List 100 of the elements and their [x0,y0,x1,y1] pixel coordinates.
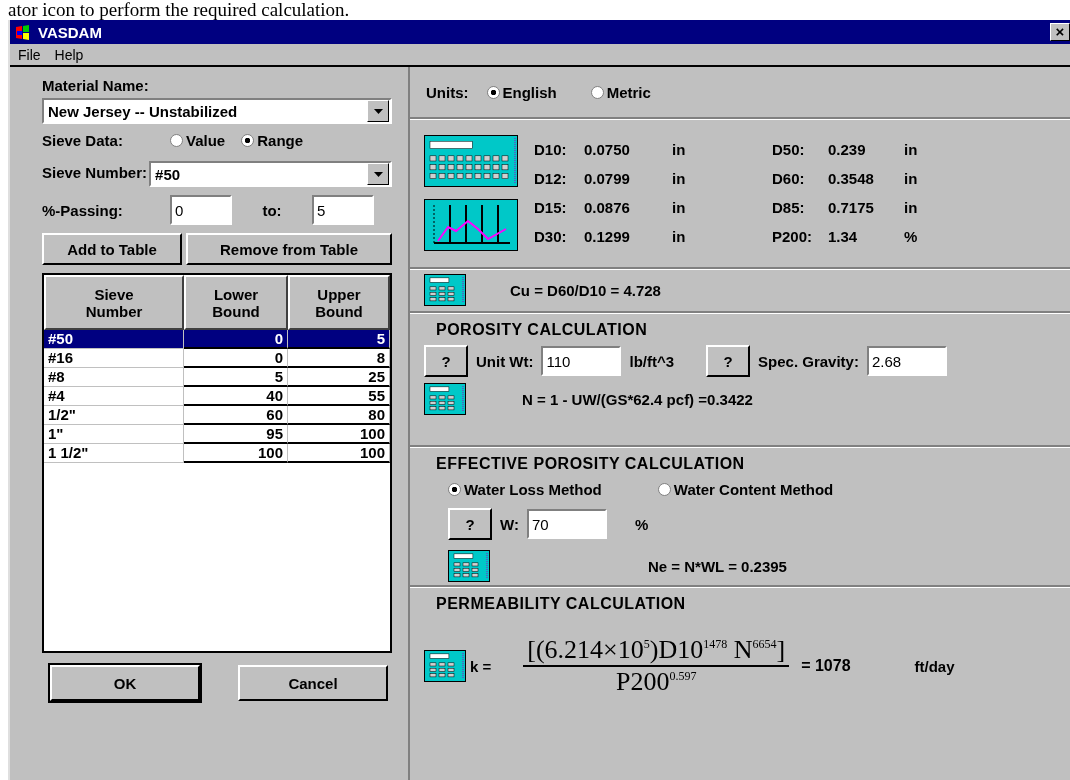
table-cell: #8 [44,368,184,387]
table-cell: 100 [288,425,390,444]
table-cell: 40 [184,387,288,406]
field-label: to: [261,201,283,219]
input-field[interactable]: 2.68 [866,346,947,376]
table-cell: 60 [184,406,288,425]
help-button[interactable]: ? [706,345,751,377]
table-button[interactable]: Remove from Table [186,233,392,265]
table-cell: 0 [184,349,288,368]
result-value: = 1078 [801,657,851,675]
section-title: PERMEABILITY CALCULATION [436,595,687,613]
table-cell: 80 [288,406,390,425]
radio-button[interactable]: Value [170,132,226,149]
input-field[interactable]: 0 [170,195,232,225]
field-label: Spec. Gravity: [758,352,859,370]
ok-button[interactable]: OK [50,665,200,701]
result-value: 0.239 [828,141,867,158]
table-cell: 95 [184,425,288,444]
close-button[interactable]: × [1050,23,1070,41]
table-cell: 5 [184,368,288,387]
field-label: W: [500,515,519,533]
formula-text: N = 1 - UW/(GS*62.4 pcf) =0.3422 [522,390,753,408]
radio-indicator[interactable] [241,134,255,147]
input-field[interactable]: 70 [526,509,607,539]
result-label: D10: [534,141,568,158]
field-label: Sieve Number: [42,163,148,181]
radio-button[interactable]: Metric [590,83,651,101]
section-title: EFFECTIVE POROSITY CALCULATION [436,455,746,473]
radio-indicator[interactable] [590,85,604,99]
field-label: Unit Wt: [476,352,534,370]
table-row[interactable]: 1" 95 100 [44,425,390,444]
column-header[interactable]: Sieve Number [44,275,184,330]
unit-label: % [904,228,919,245]
chart-icon[interactable] [424,199,518,251]
formula-text: Cu = D60/D10 = 4.728 [510,281,661,299]
table-cell: 100 [184,444,288,463]
radio-indicator[interactable] [170,134,183,147]
unit-label: % [634,515,649,533]
result-value: 0.1299 [584,228,631,245]
column-header[interactable]: Upper Bound [288,275,390,330]
cancel-button[interactable]: Cancel [238,665,388,701]
input-field[interactable]: 110 [541,346,622,376]
input-field[interactable]: 5 [312,195,374,225]
table-row[interactable]: #16 0 8 [44,349,390,368]
calculator-icon[interactable] [424,650,466,682]
caret-icon[interactable] [373,171,383,177]
radio-indicator[interactable] [448,483,461,496]
field-label: %-Passing: [42,201,124,219]
unit-label: in [904,170,919,187]
result-label: D12: [534,170,568,187]
document-text: ator icon to perform the required calculation. [7,0,350,20]
table-row[interactable]: 1/2" 60 80 [44,406,390,425]
calculator-icon[interactable] [448,550,490,582]
result-label: D85: [772,199,806,216]
result-value: 0.3548 [828,170,875,187]
caret-icon[interactable] [373,108,383,114]
table-cell: 1" [44,425,184,444]
unit-label: in [672,170,687,187]
formula-denominator: P200$^{0.597}$ [616,667,697,697]
result-value: 1.34 [828,228,859,245]
table-row[interactable]: #8 5 25 [44,368,390,387]
dropdown[interactable]: New Jersey -- Unstabilized [42,98,392,124]
table-cell: #50 [44,330,184,349]
dropdown[interactable]: #50 [149,161,392,187]
table-button[interactable]: Add to Table [42,233,182,265]
calculator-icon[interactable] [424,274,466,306]
help-button[interactable]: ? [448,508,492,540]
table-row[interactable]: 1 1/2" 100 100 [44,444,390,463]
radio-indicator[interactable] [486,85,500,99]
help-button[interactable]: ? [424,345,468,377]
radio-button[interactable]: English [486,83,557,101]
table-cell: 100 [288,444,390,463]
result-label: P200: [772,228,814,245]
table-row[interactable]: #4 40 55 [44,387,390,406]
table-cell: #16 [44,349,184,368]
formula-numerator: [(6.214×10$^{5}$)D10$^{1478}$ N$^{6654}$] [523,635,790,667]
unit-label: in [904,199,919,216]
radio-indicator[interactable] [657,483,671,496]
table-cell: 0 [184,330,288,349]
calculator-icon[interactable] [424,383,466,415]
table-cell: 1 1/2" [44,444,184,463]
radio-button[interactable]: Range [241,132,304,149]
column-header[interactable]: Lower Bound [184,275,288,330]
result-label: D60: [772,170,806,187]
table-cell: 55 [288,387,390,406]
table-cell: 1/2" [44,406,184,425]
radio-button[interactable]: Water Content Method [657,481,834,498]
unit-label: in [672,228,687,245]
table-cell: 25 [288,368,390,387]
result-label: D30: [534,228,568,245]
unit-label: in [672,199,687,216]
window-title: VASDAM [38,23,102,41]
field-label: Material Name: [42,77,150,94]
calculator-icon[interactable] [424,135,518,187]
formula-text: Ne = N*WL = 0.2395 [648,557,787,575]
menu-item[interactable]: Help [54,46,84,63]
menu-item[interactable]: File [18,46,41,63]
formula-label: k = [470,657,492,675]
radio-button[interactable]: Water Loss Method [448,481,602,498]
table-row[interactable]: #50 0 5 [44,330,390,349]
